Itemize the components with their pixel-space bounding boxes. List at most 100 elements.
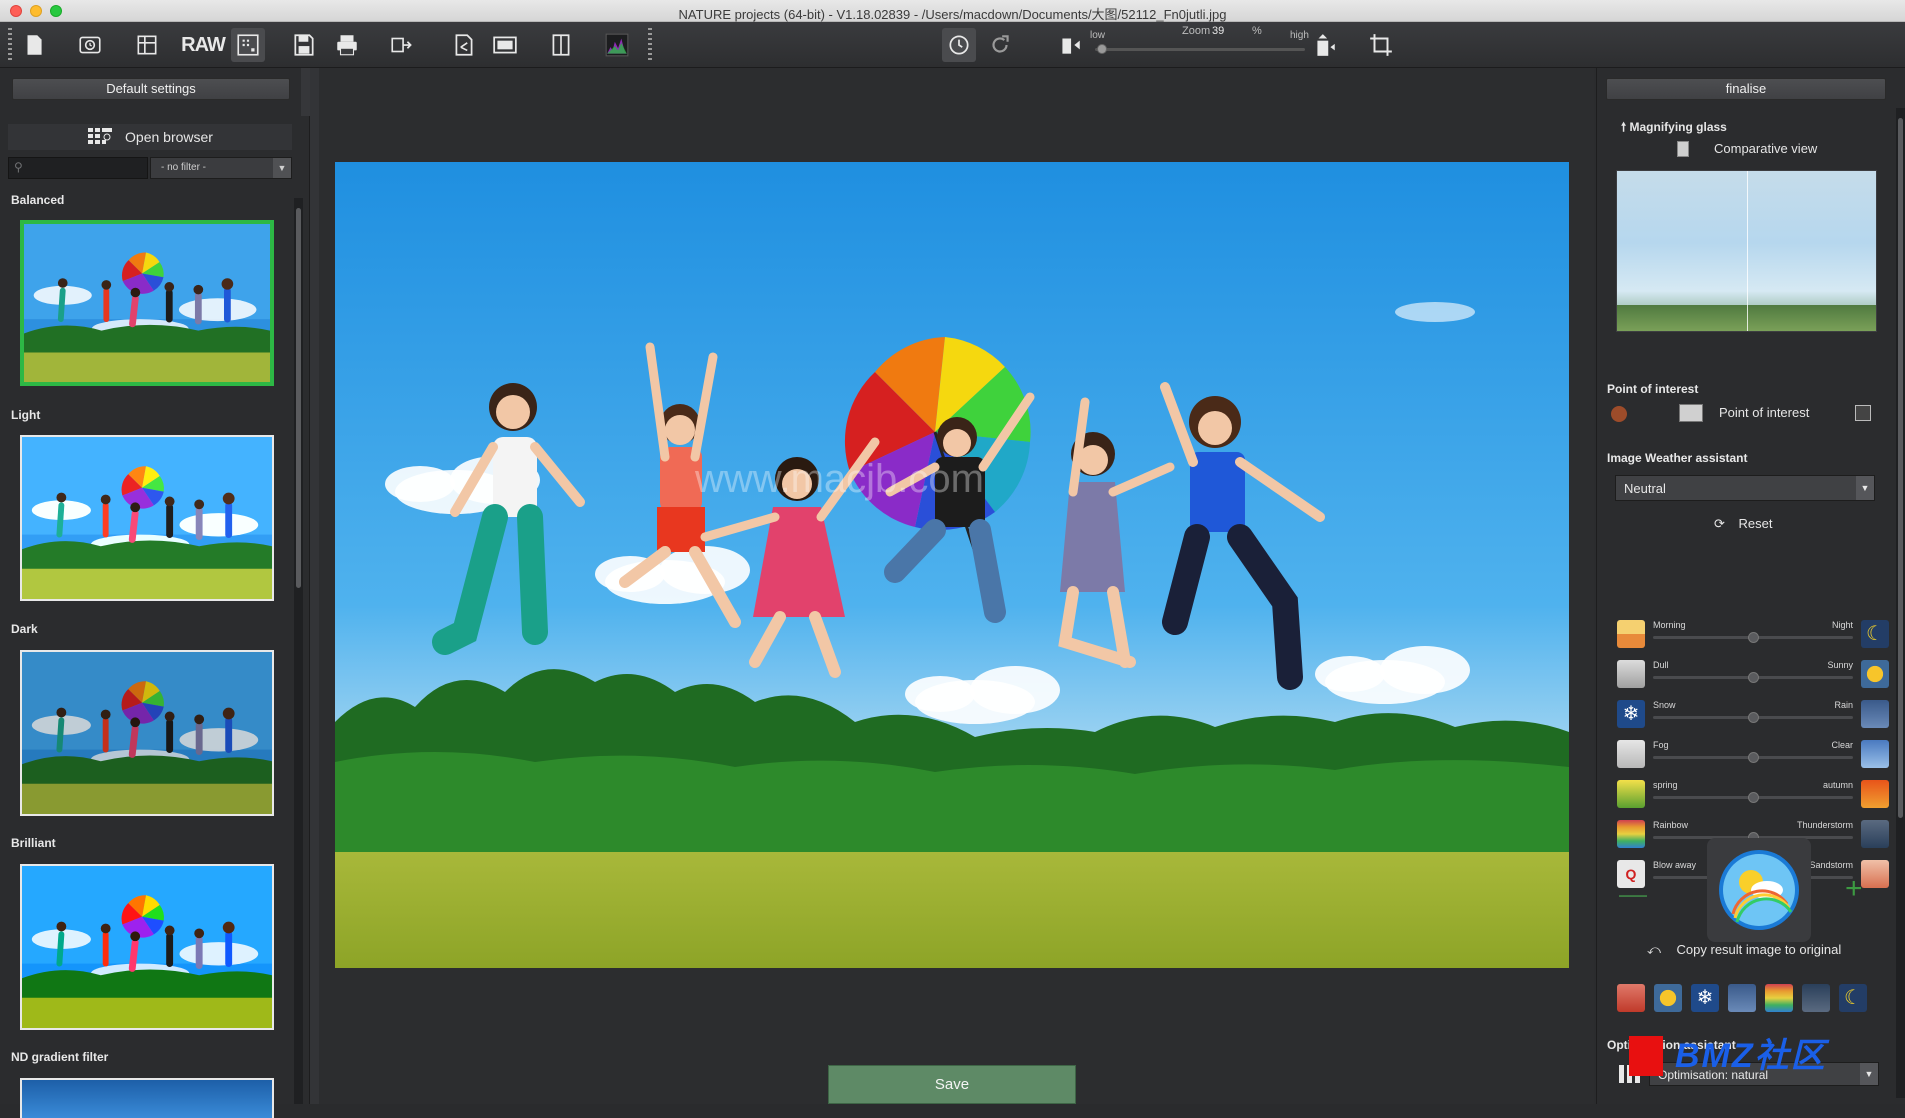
preset-thumbnail-nd-gradient[interactable] [20, 1078, 274, 1118]
sun-icon[interactable] [1654, 984, 1682, 1012]
magnifying-glass-toggle[interactable]: 🠕 Magnifying glass [1621, 118, 1727, 139]
window-title: NATURE projects (64-bit) - V1.18.02839 -… [678, 7, 1227, 22]
redo-icon[interactable] [985, 28, 1015, 62]
effects-grid-icon[interactable] [231, 28, 265, 62]
copy-back-icon: ⤺ [1647, 942, 1661, 957]
histogram-icon[interactable] [602, 28, 632, 62]
zoom-out-icon[interactable] [1055, 28, 1085, 62]
poi-section-title: Point of interest [1607, 382, 1699, 396]
weather-slider-knob[interactable] [1748, 632, 1759, 643]
finalise-scrollbar[interactable] [1896, 108, 1905, 1098]
snowflake-icon[interactable]: ❄ [1691, 984, 1719, 1012]
open-batch-icon[interactable] [132, 28, 162, 62]
export-menu-icon[interactable] [385, 28, 419, 62]
sunrise-icon[interactable] [1617, 620, 1645, 648]
toolbar-grip[interactable] [8, 28, 12, 60]
open-browser-button[interactable]: Open browser [8, 124, 292, 150]
preset-label-light: Light [11, 408, 41, 422]
slider-right-label: Sandstorm [1809, 860, 1853, 870]
main-photo[interactable]: www.macjb.com [335, 162, 1569, 968]
preset-search-input[interactable]: ⚲ [8, 157, 148, 179]
weather-preset-select[interactable]: Neutral ▼ [1615, 475, 1875, 501]
zoom-in-icon[interactable] [1310, 28, 1340, 62]
preset-thumbnail-light[interactable] [20, 435, 274, 601]
book-icon[interactable] [548, 28, 574, 62]
panel-splitter[interactable] [301, 68, 310, 116]
zoom-slider-knob[interactable] [1097, 44, 1107, 54]
comparison-divider[interactable] [1747, 171, 1748, 331]
weather-quick-icons: ❄ ☾ [1617, 984, 1867, 1012]
slider-right-label: Night [1831, 620, 1853, 630]
preset-label-dark: Dark [11, 622, 38, 636]
sun-icon[interactable] [1861, 660, 1889, 688]
magnifier-preview[interactable] [1616, 170, 1877, 332]
copy-result-label: Copy result image to original [1676, 942, 1842, 957]
sunset-icon[interactable] [1617, 984, 1645, 1012]
weather-slider-knob[interactable] [1748, 712, 1759, 723]
copy-result-button[interactable]: ⤺ Copy result image to original [1647, 942, 1841, 958]
fog-icon[interactable] [1617, 740, 1645, 768]
finalise-scrollbar-thumb[interactable] [1898, 118, 1903, 818]
autumn-leaf-icon[interactable] [1861, 780, 1889, 808]
weather-apply-button[interactable] [1707, 838, 1811, 942]
snowflake-icon[interactable]: ❄ [1617, 700, 1645, 728]
history-icon[interactable] [75, 28, 105, 62]
app-window: NATURE projects (64-bit) - V1.18.02839 -… [0, 0, 1905, 1118]
preset-thumbnail-dark[interactable] [20, 650, 274, 816]
presets-scrollbar-thumb[interactable] [296, 208, 301, 588]
finalise-panel: finalise 🠕 Magnifying glass Comparative … [1596, 68, 1905, 1104]
thunderstorm-icon[interactable] [1861, 820, 1889, 848]
clear-sky-icon[interactable] [1861, 740, 1889, 768]
zoom-value[interactable]: 39 [1212, 25, 1224, 37]
finalise-button[interactable]: finalise [1606, 78, 1886, 100]
default-settings-button[interactable]: Default settings [12, 78, 290, 100]
fullscreen-icon[interactable] [490, 28, 520, 62]
slider-right-label: Rain [1834, 700, 1853, 710]
rain-cloud-icon[interactable] [1861, 700, 1889, 728]
moon-icon[interactable]: ☾ [1839, 984, 1867, 1012]
slider-left-label: spring [1653, 780, 1678, 790]
magnifying-glass-label: Magnifying glass [1629, 120, 1727, 134]
weather-slider-knob[interactable] [1748, 752, 1759, 763]
preset-thumbnail-brilliant[interactable] [20, 864, 274, 1030]
search-icon: ⚲ [14, 160, 23, 174]
save-icon[interactable] [290, 28, 318, 62]
tulip-icon[interactable] [1617, 780, 1645, 808]
print-icon[interactable] [332, 28, 362, 62]
rainbow-icon[interactable] [1765, 984, 1793, 1012]
thunderstorm-icon[interactable] [1802, 984, 1830, 1012]
raw-button[interactable]: RAW [181, 28, 226, 62]
comparative-view-checkbox[interactable] [1677, 141, 1689, 157]
slider-right-label: autumn [1822, 780, 1853, 790]
reset-button[interactable]: ⟳ Reset [1714, 516, 1773, 532]
zoom-slider-track[interactable] [1095, 48, 1305, 51]
preset-filter-select[interactable]: - no filter - ▼ [150, 157, 292, 179]
poi-refresh-icon[interactable] [1611, 406, 1627, 422]
poi-copy-icon[interactable] [1855, 405, 1871, 421]
toolbar-grip[interactable] [648, 28, 652, 60]
poi-label: Point of interest [1719, 405, 1810, 420]
crop-icon[interactable] [1366, 28, 1396, 62]
minus-icon[interactable]: — [1619, 878, 1647, 910]
moon-icon[interactable]: ☾ [1861, 620, 1889, 648]
slider-right-label: Clear [1831, 740, 1853, 750]
slider-left-label: Rainbow [1653, 820, 1689, 830]
bare-tree-icon[interactable] [1617, 660, 1645, 688]
plus-icon[interactable]: + [1845, 872, 1863, 906]
rain-cloud-icon[interactable] [1728, 984, 1756, 1012]
new-document-icon[interactable] [20, 28, 48, 62]
left-splitter[interactable] [310, 68, 319, 1104]
sandstorm-icon[interactable] [1861, 860, 1889, 888]
weather-slider-knob[interactable] [1748, 672, 1759, 683]
share-icon[interactable] [450, 28, 478, 62]
weather-slider-knob[interactable] [1748, 792, 1759, 803]
poi-image-icon[interactable] [1679, 404, 1703, 422]
presets-scrollbar[interactable] [294, 198, 303, 1104]
zoom-high-label: high [1290, 30, 1309, 41]
presets-panel: Default settings Open browser ⚲ - no fil… [0, 68, 310, 1118]
auto-rotate-icon[interactable] [942, 28, 976, 62]
save-button[interactable]: Save [828, 1065, 1076, 1104]
preset-thumbnail-balanced[interactable] [20, 220, 274, 386]
rainbow-icon[interactable] [1617, 820, 1645, 848]
weather-slider-row: spring autumn [1617, 776, 1889, 810]
